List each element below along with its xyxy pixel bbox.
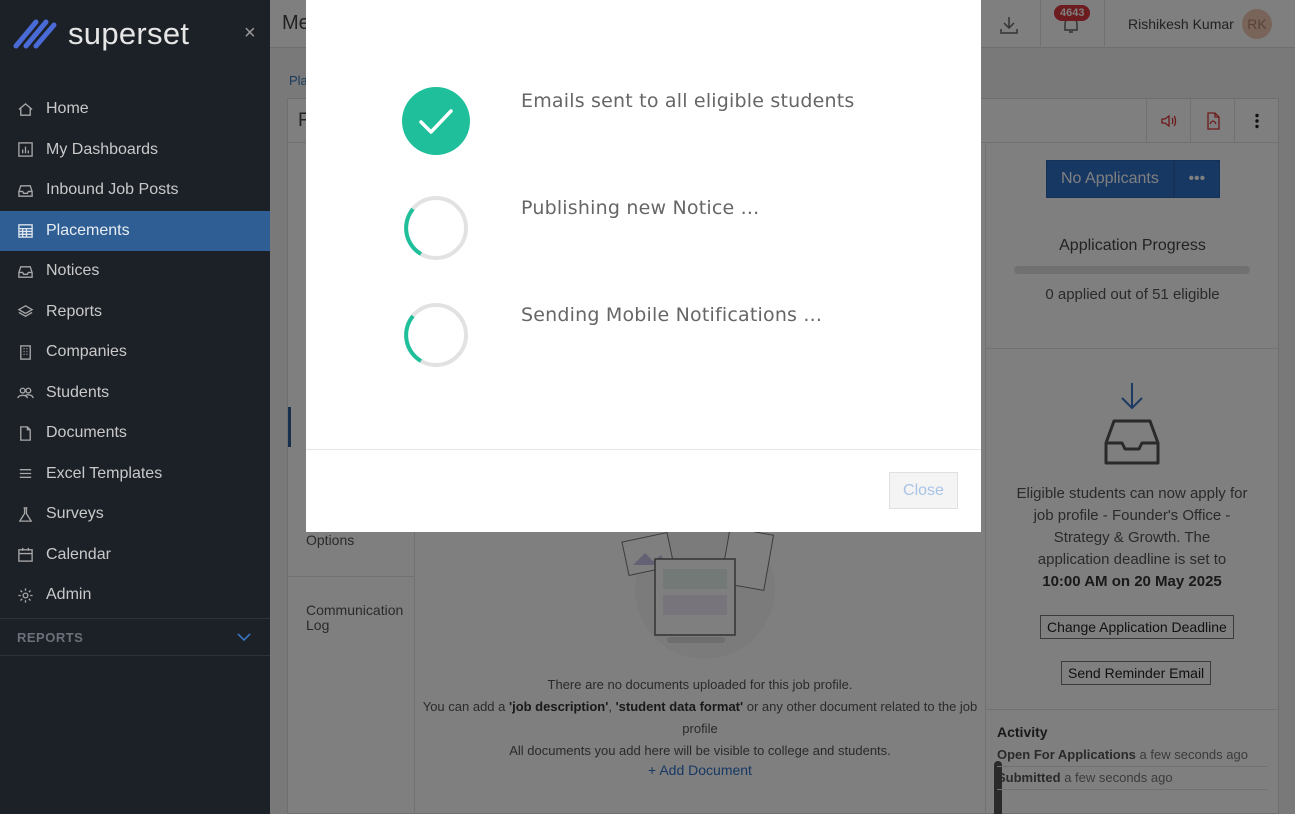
sidebar: superset × Home My Dashboards Inbound Jo…	[0, 0, 270, 814]
layers-icon	[16, 303, 34, 321]
publish-progress-modal: Emails sent to all eligible students Pub…	[306, 0, 981, 532]
sidebar-item-notices[interactable]: Notices	[0, 251, 270, 292]
chevron-down-icon	[237, 633, 251, 642]
sidebar-item-admin[interactable]: Admin	[0, 575, 270, 616]
check-circle-icon	[402, 87, 470, 155]
step-mobile-notifications: Sending Mobile Notifications ...	[401, 300, 961, 370]
calendar-icon	[16, 546, 34, 564]
sidebar-item-my-dashboards[interactable]: My Dashboards	[0, 130, 270, 171]
sidebar-item-label: Documents	[46, 424, 127, 442]
sidebar-item-label: My Dashboards	[46, 140, 159, 158]
sidebar-item-reports[interactable]: Reports	[0, 292, 270, 333]
sidebar-item-documents[interactable]: Documents	[0, 413, 270, 454]
sidebar-item-inbound-job-posts[interactable]: Inbound Job Posts	[0, 170, 270, 211]
inbox-icon	[16, 262, 34, 280]
sidebar-item-home[interactable]: Home	[0, 89, 270, 130]
home-icon	[16, 100, 34, 118]
calendar-grid-icon	[16, 222, 34, 240]
sidebar-item-label: Students	[46, 383, 110, 401]
sidebar-item-label: Reports	[46, 302, 103, 320]
sidebar-item-excel-templates[interactable]: Excel Templates	[0, 454, 270, 495]
sidebar-item-label: Calendar	[46, 545, 111, 563]
step-publishing-notice: Publishing new Notice ...	[401, 193, 961, 263]
close-button[interactable]: Close	[889, 472, 958, 509]
sidebar-item-students[interactable]: Students	[0, 373, 270, 414]
reports-section-toggle[interactable]: REPORTS	[0, 618, 270, 656]
inbox-icon	[16, 181, 34, 199]
step-emails-sent: Emails sent to all eligible students	[401, 86, 961, 156]
spinner-icon	[404, 196, 468, 260]
sidebar-item-label: Admin	[46, 586, 92, 604]
sidebar-nav: Home My Dashboards Inbound Job Posts Pla…	[0, 89, 270, 616]
sidebar-item-companies[interactable]: Companies	[0, 332, 270, 373]
flask-icon	[16, 505, 34, 523]
sidebar-item-label: Surveys	[46, 505, 104, 523]
sidebar-item-label: Companies	[46, 343, 127, 361]
spinner-icon	[404, 303, 468, 367]
sidebar-item-surveys[interactable]: Surveys	[0, 494, 270, 535]
sidebar-item-label: Inbound Job Posts	[46, 181, 179, 199]
sidebar-item-label: Home	[46, 100, 89, 118]
sidebar-item-label: Placements	[46, 221, 130, 239]
reports-section-label: REPORTS	[17, 629, 84, 645]
close-icon[interactable]: ×	[244, 22, 256, 45]
step-label: Publishing new Notice ...	[521, 197, 760, 219]
divider	[306, 449, 981, 450]
bar-chart-icon	[16, 141, 34, 159]
building-icon	[16, 343, 34, 361]
sidebar-item-calendar[interactable]: Calendar	[0, 535, 270, 576]
sidebar-item-placements[interactable]: Placements	[0, 210, 270, 251]
step-label: Sending Mobile Notifications ...	[521, 304, 823, 326]
gear-icon	[16, 586, 34, 604]
superset-logo-icon	[13, 19, 57, 49]
step-label: Emails sent to all eligible students	[521, 90, 855, 112]
sidebar-item-label: Excel Templates	[46, 464, 163, 482]
brand-name: superset	[68, 16, 190, 51]
users-icon	[16, 384, 34, 402]
sidebar-item-label: Notices	[46, 262, 100, 280]
superset-logo[interactable]: superset	[12, 14, 189, 54]
menu-icon	[16, 465, 34, 483]
file-icon	[16, 424, 34, 442]
